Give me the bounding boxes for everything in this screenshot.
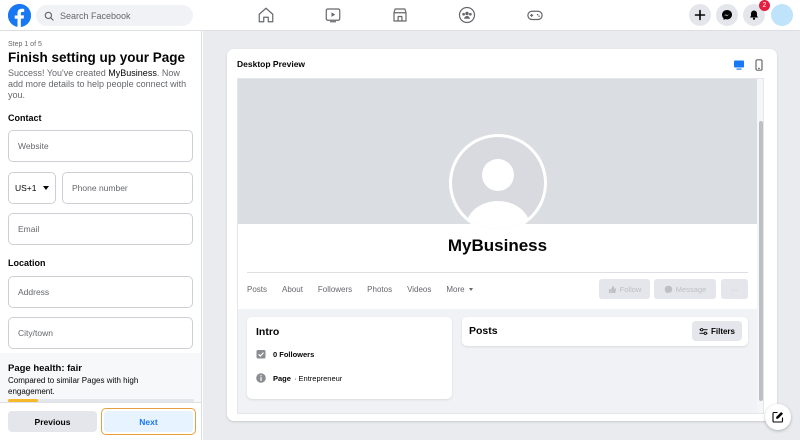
step-indicator: Step 1 of 5 [8, 41, 42, 48]
website-field[interactable]: Website [8, 130, 193, 162]
intro-card: Intro 0 Followers Page · Entrepreneur [247, 317, 452, 399]
posts-title: Posts [469, 325, 498, 337]
setup-description: Success! You've created MyBusiness. Now … [8, 68, 194, 101]
profile-divider [247, 272, 748, 273]
page-setup-panel: Step 1 of 5 Finish setting up your Page … [0, 31, 202, 440]
facebook-logo-icon[interactable] [8, 4, 31, 27]
info-icon [256, 373, 266, 383]
account-avatar[interactable] [771, 4, 793, 26]
address-field[interactable]: Address [8, 276, 193, 308]
tab-followers[interactable]: Followers [318, 285, 352, 294]
desktop-icon[interactable] [733, 58, 745, 70]
tab-videos[interactable]: Videos [407, 285, 431, 294]
tab-photos[interactable]: Photos [367, 285, 392, 294]
next-button[interactable]: Next [101, 408, 196, 435]
follow-button[interactable]: Follow [599, 279, 650, 299]
messenger-icon [664, 285, 673, 293]
page-name: MyBusiness [447, 236, 548, 255]
page-health-title: Page health: fair [8, 363, 82, 374]
preview-title: Desktop Preview [237, 59, 306, 69]
page-type-label: Page [273, 373, 291, 383]
followers-row: 0 Followers [256, 349, 317, 359]
previous-button[interactable]: Previous [8, 411, 97, 432]
page-health-section: Page health: fair Compared to similar Pa… [0, 353, 201, 402]
notifications-button[interactable]: 2 [743, 0, 770, 26]
location-section-label: Location [8, 258, 46, 268]
followers-count: 0 Followers [273, 349, 315, 359]
filters-button[interactable]: Filters [692, 321, 742, 341]
profile-picture [449, 134, 547, 232]
messenger-icon [722, 10, 732, 20]
setup-title: Finish setting up your Page [8, 50, 186, 65]
check-box-icon [256, 350, 266, 359]
page-preview: MyBusiness Posts About Followers Photos … [237, 78, 764, 414]
tab-about[interactable]: About [282, 285, 303, 294]
page-category: · Entrepreneur [293, 373, 343, 383]
groups-icon[interactable] [458, 6, 476, 24]
follow-button-label: Follow [619, 284, 642, 294]
messenger-button[interactable] [716, 4, 738, 26]
watch-icon[interactable] [324, 6, 342, 24]
edit-icon [772, 411, 784, 423]
setup-footer: Previous Next [0, 402, 201, 440]
tab-more-label: More [446, 284, 465, 294]
tab-posts[interactable]: Posts [247, 285, 267, 294]
follow-icon [608, 285, 616, 293]
country-code-value: US+1 [15, 183, 37, 193]
message-button[interactable]: Message [654, 279, 716, 299]
notification-badge: 2 [759, 0, 770, 11]
top-navigation-bar: Search Facebook 2 [0, 0, 800, 31]
compose-button[interactable] [765, 404, 791, 430]
preview-area: Desktop Preview MyBusiness Posts About F… [203, 31, 800, 440]
home-icon[interactable] [257, 6, 275, 24]
more-actions-button[interactable]: ··· [721, 279, 748, 299]
create-button[interactable] [689, 4, 711, 26]
city-field[interactable]: City/town [8, 317, 193, 349]
mobile-icon[interactable] [753, 58, 765, 71]
gaming-icon[interactable] [526, 6, 544, 24]
search-placeholder: Search Facebook [60, 10, 131, 21]
country-code-select[interactable]: US+1 [8, 172, 56, 204]
preview-card: Desktop Preview MyBusiness Posts About F… [227, 49, 777, 421]
caret-down-icon [468, 287, 473, 291]
message-button-label: Message [675, 284, 707, 294]
intro-title: Intro [256, 326, 280, 338]
page-tabs: Posts About Followers Photos Videos More [247, 279, 488, 299]
next-button-label: Next [104, 411, 193, 432]
posts-card: Posts Filters [462, 317, 748, 346]
filters-icon [699, 327, 708, 335]
default-avatar-icon [452, 137, 544, 229]
filters-button-label: Filters [710, 326, 735, 336]
tab-more[interactable]: More [446, 284, 473, 294]
phone-number-field[interactable]: Phone number [62, 172, 193, 204]
preview-scrollbar-thumb[interactable] [759, 121, 763, 401]
category-row: Page · Entrepreneur [256, 373, 342, 383]
setup-business-name: MyBusiness [108, 68, 157, 78]
plus-icon [694, 9, 706, 21]
marketplace-icon[interactable] [391, 6, 409, 24]
email-field[interactable]: Email [8, 213, 193, 245]
search-input[interactable]: Search Facebook [36, 5, 193, 26]
search-icon [44, 11, 54, 21]
contact-section-label: Contact [8, 113, 42, 123]
bell-icon [750, 10, 758, 20]
setup-desc-prefix: Success! You've created [8, 68, 109, 78]
page-health-description: Compared to similar Pages with high enga… [8, 376, 139, 396]
caret-down-icon [42, 186, 49, 190]
